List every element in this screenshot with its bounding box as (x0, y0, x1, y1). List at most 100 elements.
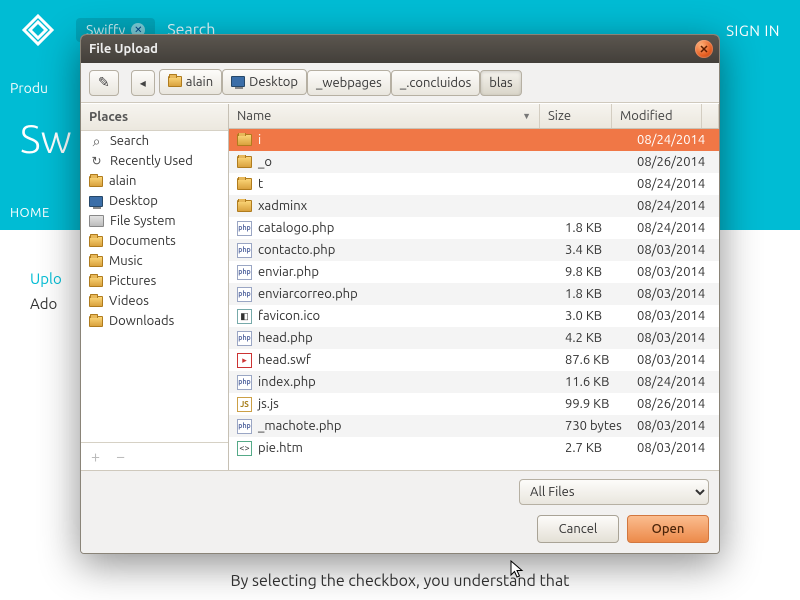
file-name: t (258, 177, 263, 191)
file-modified: 08/03/2014 (629, 243, 719, 257)
places-item-label: Documents (109, 234, 176, 248)
places-item[interactable]: Search (81, 131, 228, 151)
places-item[interactable]: Documents (81, 231, 228, 251)
file-name: favicon.ico (258, 309, 320, 323)
file-row[interactable]: xadminx08/24/2014 (229, 195, 719, 217)
open-button[interactable]: Open (627, 515, 709, 543)
file-name: index.php (258, 375, 316, 389)
path-toolbar: alainDesktop _webpages _.concluidos blas (81, 63, 719, 103)
file-modified: 08/03/2014 (629, 419, 719, 433)
places-item[interactable]: Desktop (81, 191, 228, 211)
search-icon (89, 134, 104, 148)
file-list-header[interactable]: Name▼ Size Modified (229, 104, 719, 129)
remove-bookmark-button[interactable]: − (116, 448, 125, 466)
file-row[interactable]: _o08/26/2014 (229, 151, 719, 173)
path-segment[interactable]: blas (480, 70, 521, 96)
file-size: 11.6 KB (557, 375, 629, 389)
htm-file-icon: <> (237, 441, 252, 456)
path-segment-label: _webpages (316, 76, 382, 90)
places-item[interactable]: File System (81, 211, 228, 231)
file-size: 9.8 KB (557, 265, 629, 279)
places-item[interactable]: Videos (81, 291, 228, 311)
places-item[interactable]: Music (81, 251, 228, 271)
file-name: i (258, 133, 261, 147)
file-row[interactable]: t08/24/2014 (229, 173, 719, 195)
folder-icon (89, 296, 103, 307)
file-modified: 08/03/2014 (629, 309, 719, 323)
file-row[interactable]: php_machote.php730 bytes08/03/2014 (229, 415, 719, 437)
sort-indicator-icon: ▼ (522, 111, 531, 121)
js-file-icon: JS (237, 397, 252, 412)
places-item-label: Desktop (109, 194, 158, 208)
folder-icon (89, 236, 103, 247)
file-name: enviar.php (258, 265, 319, 279)
path-segment[interactable]: Desktop (222, 69, 307, 95)
swf-file-icon: ▸ (237, 353, 252, 368)
file-row[interactable]: JSjs.js99.9 KB08/26/2014 (229, 393, 719, 415)
dialog-titlebar[interactable]: File Upload ✕ (81, 35, 719, 63)
edit-path-button[interactable] (89, 70, 119, 96)
places-item[interactable]: Recently Used (81, 151, 228, 171)
places-item-label: Downloads (109, 314, 174, 328)
file-size: 87.6 KB (557, 353, 629, 367)
file-size: 2.7 KB (557, 441, 629, 455)
file-size: 1.8 KB (557, 221, 629, 235)
site-logo (20, 12, 56, 48)
file-row[interactable]: i08/24/2014 (229, 129, 719, 151)
file-row[interactable]: ◧favicon.ico3.0 KB08/03/2014 (229, 305, 719, 327)
breadcrumb-home[interactable]: HOME (10, 206, 50, 220)
drive-icon (89, 215, 104, 227)
sign-in-link[interactable]: SIGN IN (726, 22, 780, 39)
places-item-label: Pictures (109, 274, 156, 288)
places-header: Places (81, 104, 228, 131)
places-item-label: Music (109, 254, 143, 268)
folder-icon (89, 276, 103, 287)
close-icon[interactable]: ✕ (695, 40, 713, 58)
file-row[interactable]: <> pie.htm 2.7 KB08/03/2014 (229, 437, 719, 459)
file-modified: 08/24/2014 (629, 221, 719, 235)
file-row[interactable]: php contacto.php 3.4 KB08/03/2014 (229, 239, 719, 261)
file-name: contacto.php (258, 243, 335, 257)
column-size[interactable]: Size (540, 104, 612, 128)
file-name: _machote.php (258, 419, 341, 433)
path-segment[interactable]: _.concluidos (391, 70, 480, 96)
path-segment-label: blas (489, 76, 512, 90)
folder-icon (89, 176, 103, 187)
file-modified: 08/03/2014 (629, 441, 719, 455)
path-segment[interactable]: _webpages (307, 70, 391, 96)
places-item[interactable]: Pictures (81, 271, 228, 291)
places-item[interactable]: Downloads (81, 311, 228, 331)
file-row[interactable]: phpcatalogo.php1.8 KB08/24/2014 (229, 217, 719, 239)
add-bookmark-button[interactable]: + (91, 448, 100, 466)
column-name[interactable]: Name▼ (229, 104, 540, 128)
folder-icon (89, 256, 103, 267)
file-list[interactable]: i08/24/2014_o08/26/2014t08/24/2014xadmin… (229, 129, 719, 470)
path-back-button[interactable] (131, 70, 155, 96)
desktop-icon (89, 196, 103, 207)
file-row[interactable]: phpenviarcorreo.php1.8 KB08/03/2014 (229, 283, 719, 305)
cancel-button[interactable]: Cancel (537, 515, 619, 543)
file-row[interactable]: phpindex.php11.6 KB08/24/2014 (229, 371, 719, 393)
places-item-label: Videos (109, 294, 149, 308)
file-size: 4.2 KB (557, 331, 629, 345)
file-name: catalogo.php (258, 221, 334, 235)
php-file-icon: php (237, 243, 252, 258)
php-file-icon: php (237, 331, 252, 346)
places-item[interactable]: alain (81, 171, 228, 191)
file-size: 3.4 KB (557, 243, 629, 257)
file-row[interactable]: ▸head.swf87.6 KB08/03/2014 (229, 349, 719, 371)
places-item-label: Search (110, 134, 149, 148)
file-type-filter[interactable]: All Files (519, 479, 709, 505)
folder-icon (237, 134, 252, 146)
chevron-left-icon (140, 76, 146, 90)
path-segment[interactable]: alain (159, 69, 222, 95)
folder-icon (237, 178, 252, 190)
column-modified[interactable]: Modified (612, 104, 702, 128)
pencil-icon (98, 74, 110, 91)
filter-select[interactable]: All Files (519, 479, 709, 505)
file-size: 3.0 KB (557, 309, 629, 323)
file-name: pie.htm (258, 441, 303, 455)
file-name: head.swf (258, 353, 311, 367)
file-row[interactable]: phpenviar.php9.8 KB08/03/2014 (229, 261, 719, 283)
file-row[interactable]: phphead.php4.2 KB08/03/2014 (229, 327, 719, 349)
